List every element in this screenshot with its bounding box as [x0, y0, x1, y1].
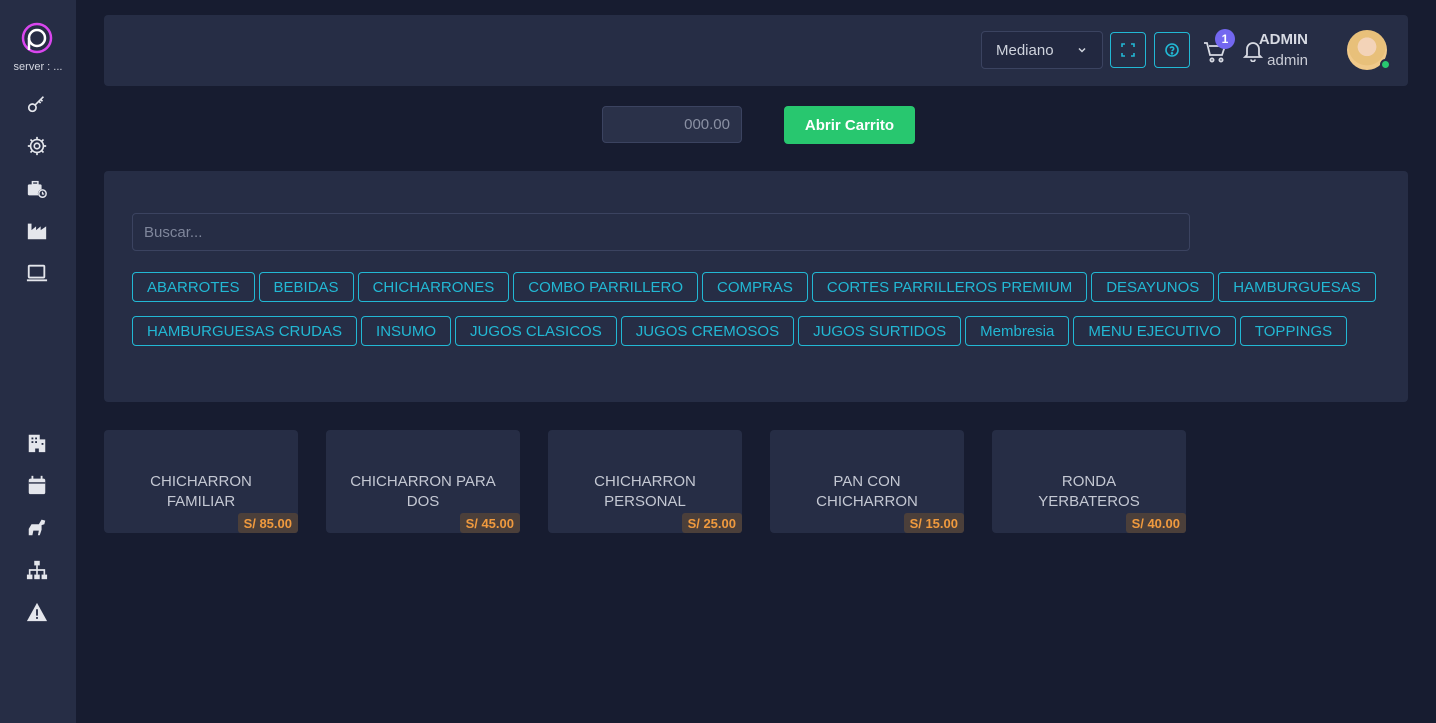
app-logo[interactable] — [21, 22, 53, 54]
factory-icon[interactable] — [24, 218, 50, 244]
product-price: S/ 45.00 — [459, 513, 520, 533]
product-card[interactable]: CHICHARRON FAMILIAR S/ 85.00 — [104, 430, 298, 533]
top-header: Mediano 1 ADMIN admin — [104, 15, 1408, 86]
category-panel: ABARROTES BEBIDAS CHICHARRONES COMBO PAR… — [104, 171, 1408, 402]
server-label: server : ... — [13, 61, 63, 73]
product-price: S/ 85.00 — [237, 513, 298, 533]
key-icon[interactable] — [24, 91, 50, 117]
product-price: S/ 25.00 — [681, 513, 742, 533]
category-button[interactable]: JUGOS CLASICOS — [455, 316, 617, 346]
calendar-icon[interactable] — [24, 472, 50, 498]
category-row-1: ABARROTES BEBIDAS CHICHARRONES COMBO PAR… — [132, 272, 1376, 302]
horse-icon[interactable] — [24, 514, 50, 540]
help-circle-icon — [1165, 43, 1179, 57]
product-name: RONDA YERBATEROS — [1038, 473, 1140, 510]
open-cart-button[interactable]: Abrir Carrito — [784, 106, 915, 144]
product-card[interactable]: CHICHARRON PARA DOS S/ 45.00 — [326, 430, 520, 533]
category-button[interactable]: Membresia — [965, 316, 1070, 346]
user-role: admin — [1267, 52, 1308, 69]
fullscreen-icon — [1121, 43, 1135, 57]
category-row-2: HAMBURGUESAS CRUDAS INSUMO JUGOS CLASICO… — [132, 316, 1348, 346]
category-button[interactable]: ABARROTES — [132, 272, 255, 302]
product-name: CHICHARRON FAMILIAR — [150, 473, 252, 510]
size-select[interactable]: Mediano — [981, 31, 1103, 69]
category-button[interactable]: CHICHARRONES — [357, 272, 510, 302]
laptop-icon[interactable] — [24, 260, 50, 286]
category-button[interactable]: HAMBURGUESAS — [1218, 272, 1376, 302]
user-name: ADMIN — [1258, 31, 1308, 48]
chevron-down-icon — [1078, 47, 1086, 53]
product-card[interactable]: PAN CON CHICHARRON S/ 15.00 — [770, 430, 964, 533]
category-button[interactable]: BEBIDAS — [258, 272, 354, 302]
help-button[interactable] — [1154, 32, 1190, 68]
category-button[interactable]: JUGOS SURTIDOS — [798, 316, 962, 346]
online-status-dot — [1380, 59, 1391, 70]
category-button[interactable]: JUGOS CREMOSOS — [620, 316, 795, 346]
amount-input[interactable] — [602, 106, 742, 143]
cart-count-badge: 1 — [1215, 29, 1235, 49]
product-card[interactable]: RONDA YERBATEROS S/ 40.00 — [992, 430, 1186, 533]
category-button[interactable]: COMBO PARRILLERO — [513, 272, 699, 302]
category-button[interactable]: MENU EJECUTIVO — [1073, 316, 1236, 346]
category-button[interactable]: TOPPINGS — [1239, 316, 1348, 346]
briefcase-clock-icon[interactable] — [24, 176, 50, 202]
category-button[interactable]: HAMBURGUESAS CRUDAS — [132, 316, 358, 346]
warning-icon[interactable] — [24, 599, 50, 625]
product-name: CHICHARRON PARA DOS — [350, 473, 496, 510]
sitemap-icon[interactable] — [24, 557, 50, 583]
size-select-value: Mediano — [996, 41, 1054, 59]
category-button[interactable]: INSUMO — [361, 316, 452, 346]
fullscreen-button[interactable] — [1110, 32, 1146, 68]
category-button[interactable]: DESAYUNOS — [1091, 272, 1215, 302]
product-grid: CHICHARRON FAMILIAR S/ 85.00 CHICHARRON P… — [104, 430, 1186, 533]
sidebar: server : ... — [0, 0, 76, 723]
category-button[interactable]: CORTES PARRILLEROS PREMIUM — [811, 272, 1088, 302]
gear-icon[interactable] — [24, 133, 50, 159]
category-button[interactable]: COMPRAS — [702, 272, 808, 302]
product-price: S/ 15.00 — [903, 513, 964, 533]
product-price: S/ 40.00 — [1125, 513, 1186, 533]
product-name: PAN CON CHICHARRON — [816, 473, 918, 510]
building-icon[interactable] — [24, 430, 50, 456]
product-name: CHICHARRON PERSONAL — [594, 473, 696, 510]
product-card[interactable]: CHICHARRON PERSONAL S/ 25.00 — [548, 430, 742, 533]
search-input[interactable] — [132, 213, 1190, 251]
